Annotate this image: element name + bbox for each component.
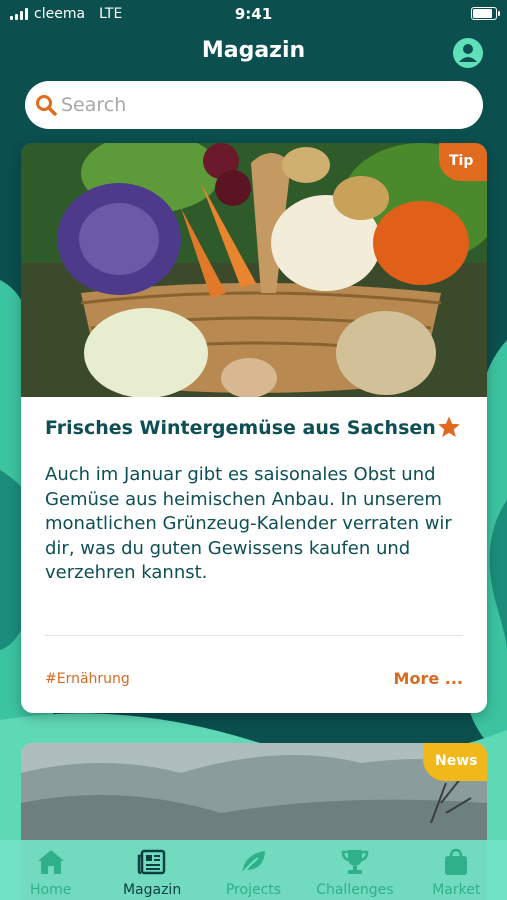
tab-home[interactable]: Home xyxy=(0,840,101,900)
search-placeholder: Search xyxy=(61,94,127,116)
news-badge: News xyxy=(423,743,487,781)
tab-challenges[interactable]: Challenges xyxy=(304,840,405,900)
leaf-icon xyxy=(241,851,266,875)
home-icon xyxy=(37,850,64,874)
page-title: Magazin xyxy=(201,38,306,63)
tab-label-magazin: Magazin xyxy=(122,882,182,898)
article-card[interactable]: Tip Frisches Wintergemüse aus Sachsen Au… xyxy=(21,143,487,713)
vegetable-basket-image xyxy=(21,143,487,397)
article-body: Auch im Januar gibt es saisonales Obst u… xyxy=(45,464,452,583)
tab-magazin[interactable]: Magazin xyxy=(102,840,203,900)
status-time: 9:41 xyxy=(234,5,273,23)
shopping-bag-icon xyxy=(445,848,468,875)
article-tag[interactable]: #Ernährung xyxy=(45,671,130,687)
status-bar: cleema LTE 9:41 xyxy=(0,0,507,28)
tab-label-projects: Projects xyxy=(225,882,282,898)
search-input[interactable]: Search xyxy=(25,81,483,129)
article-title: Frisches Wintergemüse aus Sachsen xyxy=(45,417,436,439)
newspaper-icon xyxy=(137,849,166,875)
star-icon[interactable] xyxy=(437,415,461,439)
tab-projects[interactable]: Projects xyxy=(203,840,304,900)
tab-market[interactable]: Market xyxy=(406,840,507,900)
divider xyxy=(45,635,463,636)
tab-bar: Home Magazin Projects Challenges Market xyxy=(0,840,507,900)
tab-label-market: Market xyxy=(432,882,481,898)
tab-label-challenges: Challenges xyxy=(316,882,394,898)
more-link[interactable]: More ... xyxy=(394,669,463,688)
tab-label-home: Home xyxy=(30,882,72,898)
trophy-icon xyxy=(341,850,369,874)
search-icon xyxy=(36,95,57,116)
battery-icon xyxy=(471,7,500,20)
tip-badge: Tip xyxy=(439,143,487,181)
profile-icon[interactable] xyxy=(453,38,483,68)
